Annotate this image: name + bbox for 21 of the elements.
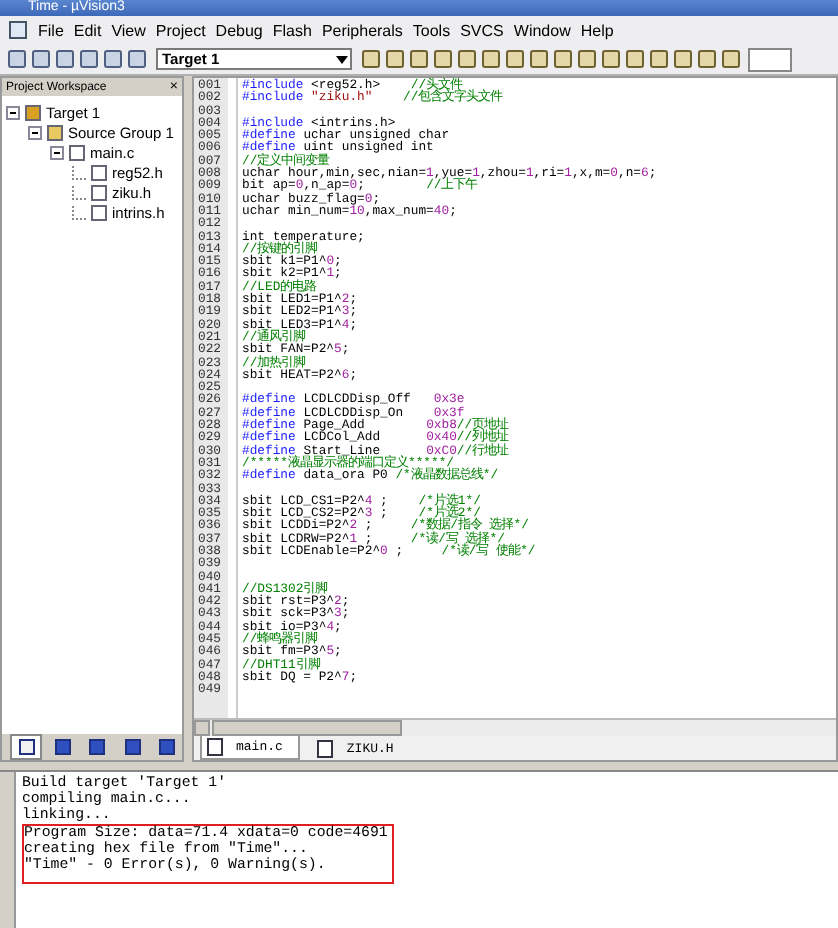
file-icon xyxy=(316,739,335,757)
menu-item[interactable]: SVCS xyxy=(460,21,504,39)
menu-item[interactable]: Peripherals xyxy=(321,21,403,39)
menu-item[interactable]: Edit xyxy=(73,21,102,39)
collapse-icon[interactable] xyxy=(50,145,64,159)
menu-item[interactable]: View xyxy=(111,21,146,39)
collapse-icon[interactable] xyxy=(6,105,20,119)
menu-item[interactable]: Project xyxy=(155,21,206,39)
menu-item[interactable]: Help xyxy=(580,21,614,39)
target-icon xyxy=(24,103,42,121)
menu-item[interactable]: Flash xyxy=(272,21,312,39)
menu-item[interactable]: Tools xyxy=(412,21,451,39)
menu-item[interactable]: File xyxy=(38,21,64,39)
horizontal-scrollbar[interactable] xyxy=(194,718,836,736)
code-editor[interactable] xyxy=(194,78,836,718)
collapse-icon[interactable] xyxy=(28,125,42,139)
panel-grip[interactable] xyxy=(0,772,16,928)
menu-item[interactable]: Window xyxy=(513,21,571,39)
file-icon xyxy=(206,738,224,756)
menu-item[interactable]: Debug xyxy=(215,21,263,39)
find-field[interactable] xyxy=(748,47,792,71)
